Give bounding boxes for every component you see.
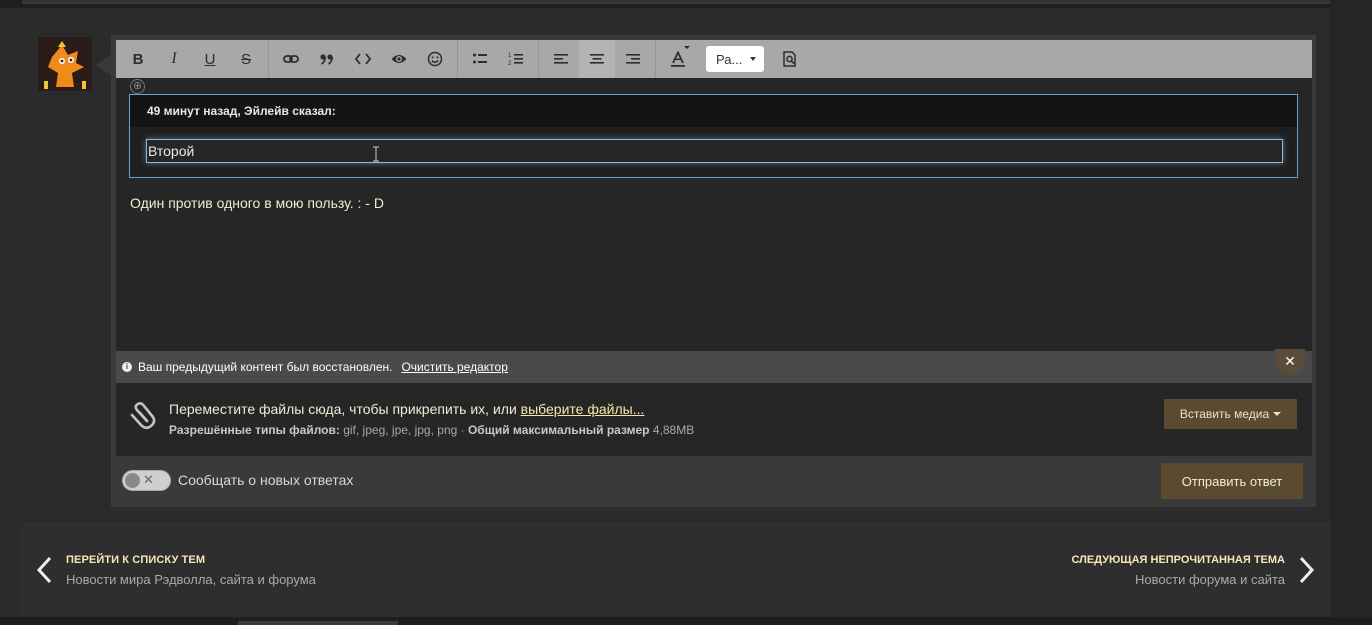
message-text: Один против одного в мою пользу. : - D — [130, 195, 384, 211]
toolbar-group-lists: 12 — [458, 40, 539, 78]
text-cursor-icon — [373, 146, 379, 162]
quote-author: 49 минут назад, Эйлейв сказал: — [130, 95, 1297, 127]
allowed-types-label: Разрешённые типы файлов: — [169, 423, 340, 437]
align-center-icon — [590, 54, 604, 64]
clear-editor-link[interactable]: Очистить редактор — [401, 360, 507, 374]
smilie-button[interactable] — [417, 40, 453, 78]
attach-instructions: Переместите файлы сюда, чтобы прикрепить… — [169, 401, 644, 417]
code-icon — [355, 53, 371, 65]
toggle-knob — [125, 473, 140, 488]
top-strip-inner — [22, 0, 1330, 4]
link-button[interactable] — [273, 40, 309, 78]
back-to-threads-link[interactable]: ПЕРЕЙТИ К СПИСКУ ТЕМ — [66, 554, 205, 566]
align-left-icon — [554, 54, 568, 64]
quote-button[interactable] — [309, 40, 345, 78]
toolbar-group-font: Ра... — [656, 40, 812, 78]
insert-media-label: Вставить медиа — [1179, 407, 1270, 421]
italic-button[interactable]: I — [156, 40, 192, 78]
watch-thread-toggle[interactable]: ✕ — [122, 470, 171, 491]
spoiler-button[interactable] — [381, 40, 417, 78]
text-color-button[interactable] — [660, 40, 696, 78]
numbered-list-button[interactable]: 12 — [498, 40, 534, 78]
avatar[interactable] — [38, 37, 92, 91]
choose-files-link[interactable]: выберите файлы... — [521, 401, 645, 417]
link-icon — [283, 55, 299, 63]
code-button[interactable] — [345, 40, 381, 78]
attach-instructions-text: Переместите файлы сюда, чтобы прикрепить… — [169, 401, 521, 417]
paperclip-icon — [130, 402, 156, 430]
toolbar-group-text: B I U S — [116, 40, 269, 78]
max-size-value: 4,88MB — [649, 423, 695, 437]
smile-icon — [427, 51, 443, 67]
draft-restored-text: Ваш предыдущий контент был восстановлен. — [138, 360, 393, 374]
italic-icon: I — [171, 50, 177, 67]
quote-drag-handle-icon[interactable]: ⊕ — [130, 79, 145, 94]
align-left-button[interactable] — [543, 40, 579, 78]
chevron-down-icon — [750, 57, 756, 61]
svg-text:1: 1 — [508, 53, 512, 59]
watch-thread-label[interactable]: Сообщать о новых ответах — [178, 472, 353, 488]
allowed-file-types: Разрешённые типы файлов: gif, jpeg, jpe,… — [169, 423, 694, 437]
top-strip — [0, 0, 1372, 8]
preview-button[interactable] — [772, 40, 808, 78]
toggle-off-icon: ✕ — [143, 472, 154, 487]
align-right-button[interactable] — [615, 40, 651, 78]
insert-media-button[interactable]: Вставить медиа — [1164, 399, 1297, 429]
info-icon: i — [122, 362, 132, 372]
post-reply-button[interactable]: Отправить ответ — [1161, 463, 1303, 499]
chevron-down-icon — [1273, 412, 1282, 416]
quote-block[interactable]: 49 минут назад, Эйлейв сказал: Второй — [129, 94, 1298, 178]
eye-icon — [391, 55, 407, 63]
back-to-threads-forum[interactable]: Новости мира Рэдволла, сайта и форума — [66, 572, 316, 587]
avatar-fox-image — [38, 37, 92, 91]
align-center-button[interactable] — [579, 40, 615, 78]
avatar-pointer — [96, 55, 111, 75]
right-gutter — [1330, 0, 1372, 625]
text-color-caret-icon — [684, 46, 690, 49]
underline-button[interactable]: U — [192, 40, 228, 78]
strike-button[interactable]: S — [228, 40, 264, 78]
quote-text-field[interactable]: Второй — [146, 139, 1283, 163]
bottom-edge-segment — [238, 621, 398, 625]
max-size-label: Общий максимальный размер — [467, 423, 650, 437]
next-unread-thread-link[interactable]: СЛЕДУЮЩАЯ НЕПРОЧИТАННАЯ ТЕМА — [1072, 554, 1286, 566]
align-right-icon — [626, 54, 640, 64]
underline-icon: U — [204, 50, 216, 68]
toolbar-group-insert — [269, 40, 458, 78]
text-color-icon — [671, 51, 685, 67]
next-unread-thread-forum[interactable]: Новости форума и сайта — [1135, 572, 1285, 587]
bold-icon: B — [132, 50, 144, 68]
chevron-right-icon[interactable] — [1299, 556, 1315, 584]
draft-restored-notice: i Ваш предыдущий контент был восстановле… — [116, 351, 1312, 383]
bottom-edge — [0, 617, 1372, 625]
font-size-select[interactable]: Ра... — [706, 46, 764, 72]
editor-toolbar: B I U S 12 Ра... — [116, 40, 1312, 78]
attachment-dropzone[interactable] — [116, 383, 1312, 456]
quote-icon — [320, 54, 334, 65]
allowed-types-value: gif, jpeg, jpe, jpg, png · — [339, 423, 468, 437]
chevron-left-icon[interactable] — [36, 556, 52, 584]
thread-navigation — [22, 523, 1330, 617]
preview-icon — [783, 51, 796, 67]
numbered-list-icon: 12 — [508, 53, 523, 67]
font-size-value: Ра... — [716, 51, 743, 67]
svg-text:2: 2 — [508, 61, 512, 67]
toolbar-group-align — [539, 40, 656, 78]
bullet-list-icon — [473, 53, 487, 64]
bullet-list-button[interactable] — [462, 40, 498, 78]
bold-button[interactable]: B — [120, 40, 156, 78]
strike-icon: S — [240, 50, 251, 68]
